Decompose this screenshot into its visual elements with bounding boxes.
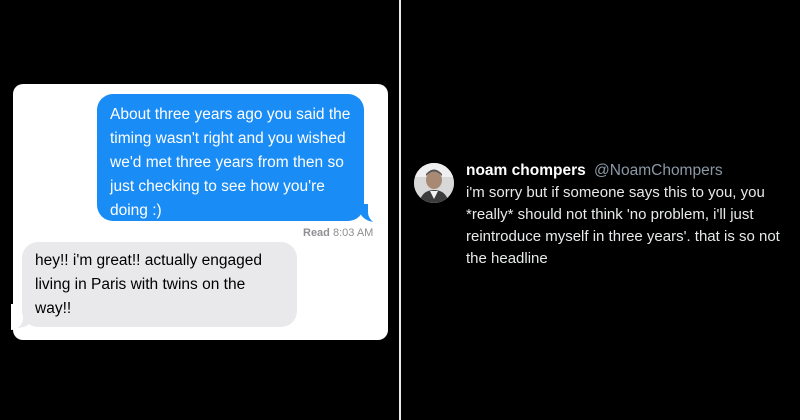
- tweet-text: i'm sorry but if someone says this to yo…: [466, 184, 780, 267]
- imessage-screenshot: About three years ago you said the timin…: [11, 84, 388, 340]
- panel-divider: [399, 0, 401, 420]
- tweet-header: noam chompers @NoamChompers: [466, 162, 723, 180]
- user-avatar[interactable]: [414, 163, 454, 203]
- read-label: Read: [303, 227, 330, 239]
- user-handle[interactable]: @NoamChompers: [594, 162, 723, 179]
- avatar-photo-icon: [414, 163, 454, 203]
- sent-message-bubble: About three years ago you said the timin…: [97, 94, 364, 221]
- received-message-bubble: hey!! i'm great!! actually engaged livin…: [22, 242, 297, 327]
- read-receipt: Read 8:03 AM: [303, 227, 373, 239]
- display-name[interactable]: noam chompers: [466, 162, 586, 179]
- read-time: 8:03 AM: [332, 227, 374, 239]
